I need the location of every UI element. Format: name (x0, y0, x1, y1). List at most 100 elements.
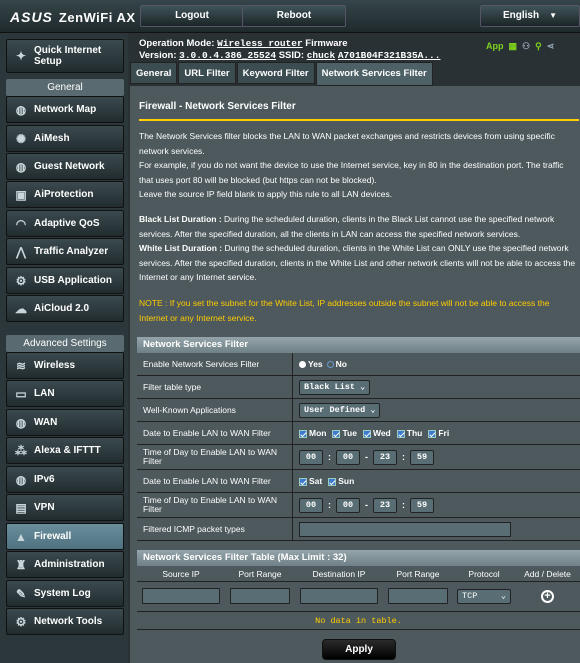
weekday-start-hour-input[interactable]: 00 (299, 449, 323, 465)
col-port-range: Port Range (238, 569, 282, 579)
sidebar-item-vpn[interactable]: ▤ VPN (6, 494, 124, 521)
wed-checkbox[interactable]: Wed (362, 428, 391, 438)
protocol-select[interactable]: TCP ⌄ (457, 588, 511, 604)
globe-icon: ◍ (15, 415, 27, 430)
col-protocol: Protocol (468, 569, 500, 579)
sidebar-item-adaptive-qos[interactable]: ◠ Adaptive QoS (6, 210, 124, 237)
sidebar-item-ipv6[interactable]: ◍ IPv6 (6, 466, 124, 493)
day-label: Sat (309, 476, 323, 486)
sidebar-item-aimesh[interactable]: ✺ AiMesh (6, 125, 124, 152)
yes-label: Yes (308, 359, 323, 369)
source-ip-input[interactable] (142, 588, 220, 604)
sidebar-item-network-tools[interactable]: ⚙ Network Tools (6, 608, 124, 635)
time-colon: : (402, 452, 405, 462)
asus-logo: ASUS (10, 9, 53, 25)
status-icons: App ▦ ⚇ ⚲ ⋖ (486, 41, 559, 52)
sidebar-item-wan[interactable]: ◍ WAN (6, 409, 124, 436)
sidebar-label: VPN (34, 502, 55, 513)
users-icon[interactable]: ⚇ (522, 41, 530, 51)
weekday-end-hour-input[interactable]: 23 (373, 449, 397, 465)
tab-network-services-filter[interactable]: Network Services Filter (315, 62, 433, 86)
mon-checkbox[interactable]: Mon (299, 428, 326, 438)
no-radio[interactable] (326, 360, 334, 368)
icmp-row: Filtered ICMP packet types (137, 518, 580, 541)
usb-status-icon[interactable]: ⚲ (535, 41, 542, 51)
app-link[interactable]: App (486, 41, 504, 51)
general-header: General (6, 79, 124, 96)
tue-checkbox[interactable]: Tue (332, 428, 357, 438)
fri-checkbox[interactable]: Fri (428, 428, 449, 438)
day-label: Mon (309, 428, 327, 438)
admin-icon: ♜ (15, 557, 27, 572)
destination-port-input[interactable] (388, 588, 448, 604)
sidebar-label: Wireless (34, 360, 76, 371)
brand-logo: ASUS ZenWiFi AX (10, 9, 136, 25)
tab-general[interactable]: General (130, 62, 178, 84)
firewall-icon: ▲ (15, 529, 27, 544)
sidebar-item-guest-network[interactable]: ◍ Guest Network (6, 153, 124, 180)
enable-filter-label: Enable Network Services Filter (137, 353, 293, 375)
sidebar-item-quick-setup[interactable]: ✦ Quick Internet Setup (6, 39, 124, 73)
protocol-value: TCP (462, 590, 478, 601)
sidebar: ✦ Quick Internet Setup General ◍ Network M… (0, 33, 128, 663)
sidebar-item-alexa-ifttt[interactable]: ⁂ Alexa & IFTTT (6, 437, 124, 464)
chevron-down-icon: ⌄ (500, 590, 506, 601)
add-rule-icon[interactable]: + (541, 589, 554, 603)
table-type-select[interactable]: Black List ⌄ (299, 379, 371, 395)
sidebar-item-firewall[interactable]: ▲ Firewall (6, 523, 124, 550)
icmp-label: Filtered ICMP packet types (137, 518, 293, 540)
check-icon (428, 429, 437, 438)
op-mode-link[interactable]: Wireless router (217, 38, 303, 49)
well-known-apps-select[interactable]: User Defined ⌄ (299, 402, 381, 418)
sidebar-label: Alexa & IFTTT (34, 445, 101, 456)
reboot-button[interactable]: Reboot (242, 5, 346, 27)
ssid-value: chuck (306, 50, 336, 61)
sidebar-item-lan[interactable]: ▭ LAN (6, 380, 124, 407)
weekday-time-label: Time of Day to Enable LAN to WAN Filter (137, 445, 293, 469)
weekday-end-minute-input[interactable]: 59 (410, 449, 434, 465)
destination-ip-input[interactable] (300, 588, 378, 604)
tab-url-filter[interactable]: URL Filter (178, 62, 236, 84)
yes-radio[interactable] (299, 360, 306, 368)
sun-checkbox[interactable]: Sun (328, 476, 354, 486)
quick-setup-label-2: Setup (34, 56, 62, 67)
firmware-version-link[interactable]: 3.0.0.4.386_25524 (179, 50, 276, 61)
wifi-icon: ≋ (15, 358, 27, 373)
col-add-delete: Add / Delete (524, 569, 571, 579)
chevron-down-icon: ▼ (549, 11, 558, 20)
share-icon[interactable]: ⋖ (547, 41, 555, 51)
icmp-input[interactable] (299, 521, 511, 537)
sidebar-label: IPv6 (34, 474, 55, 485)
gauge-icon: ◠ (15, 216, 27, 231)
language-select[interactable]: English ▼ (480, 5, 580, 27)
weekday-date-label: Date to Enable LAN to WAN Filter (137, 422, 293, 444)
day-label: Tue (342, 428, 357, 438)
sidebar-item-traffic-analyzer[interactable]: ⋀ Traffic Analyzer (6, 238, 124, 265)
thu-checkbox[interactable]: Thu (396, 428, 422, 438)
logout-button[interactable]: Logout (140, 5, 244, 27)
log-icon: ✎ (15, 586, 27, 601)
source-port-input[interactable] (230, 588, 290, 604)
check-icon (299, 429, 307, 438)
sidebar-item-system-log[interactable]: ✎ System Log (6, 580, 124, 607)
sat-checkbox[interactable]: Sat (299, 476, 322, 486)
weekend-start-minute-input[interactable]: 00 (336, 497, 360, 513)
sidebar-item-aiprotection[interactable]: ▣ AiProtection (6, 181, 124, 208)
sidebar-item-administration[interactable]: ♜ Administration (6, 551, 124, 578)
apply-button[interactable]: Apply (322, 639, 396, 660)
weekend-start-hour-input[interactable]: 00 (299, 497, 323, 513)
sidebar-item-wireless[interactable]: ≋ Wireless (6, 352, 124, 379)
weekend-date-row: Date to Enable LAN to WAN Filter Sat Sun (137, 470, 580, 493)
tab-keyword-filter[interactable]: Keyword Filter (236, 62, 315, 84)
qr-icon[interactable]: ▦ (509, 41, 518, 51)
weekend-end-minute-input[interactable]: 59 (410, 497, 434, 513)
product-name: ZenWiFi AX (58, 10, 136, 25)
sidebar-item-usb-application[interactable]: ⚙ USB Application (6, 267, 124, 294)
weekday-start-minute-input[interactable]: 00 (336, 449, 360, 465)
chart-icon: ⋀ (16, 244, 26, 259)
time-dash: - (365, 452, 368, 462)
sidebar-item-aicloud[interactable]: ☁ AiCloud 2.0 (6, 295, 124, 322)
sidebar-item-network-map[interactable]: ◍ Network Map (6, 96, 124, 123)
no-label: No (335, 359, 347, 369)
weekend-end-hour-input[interactable]: 23 (373, 497, 397, 513)
